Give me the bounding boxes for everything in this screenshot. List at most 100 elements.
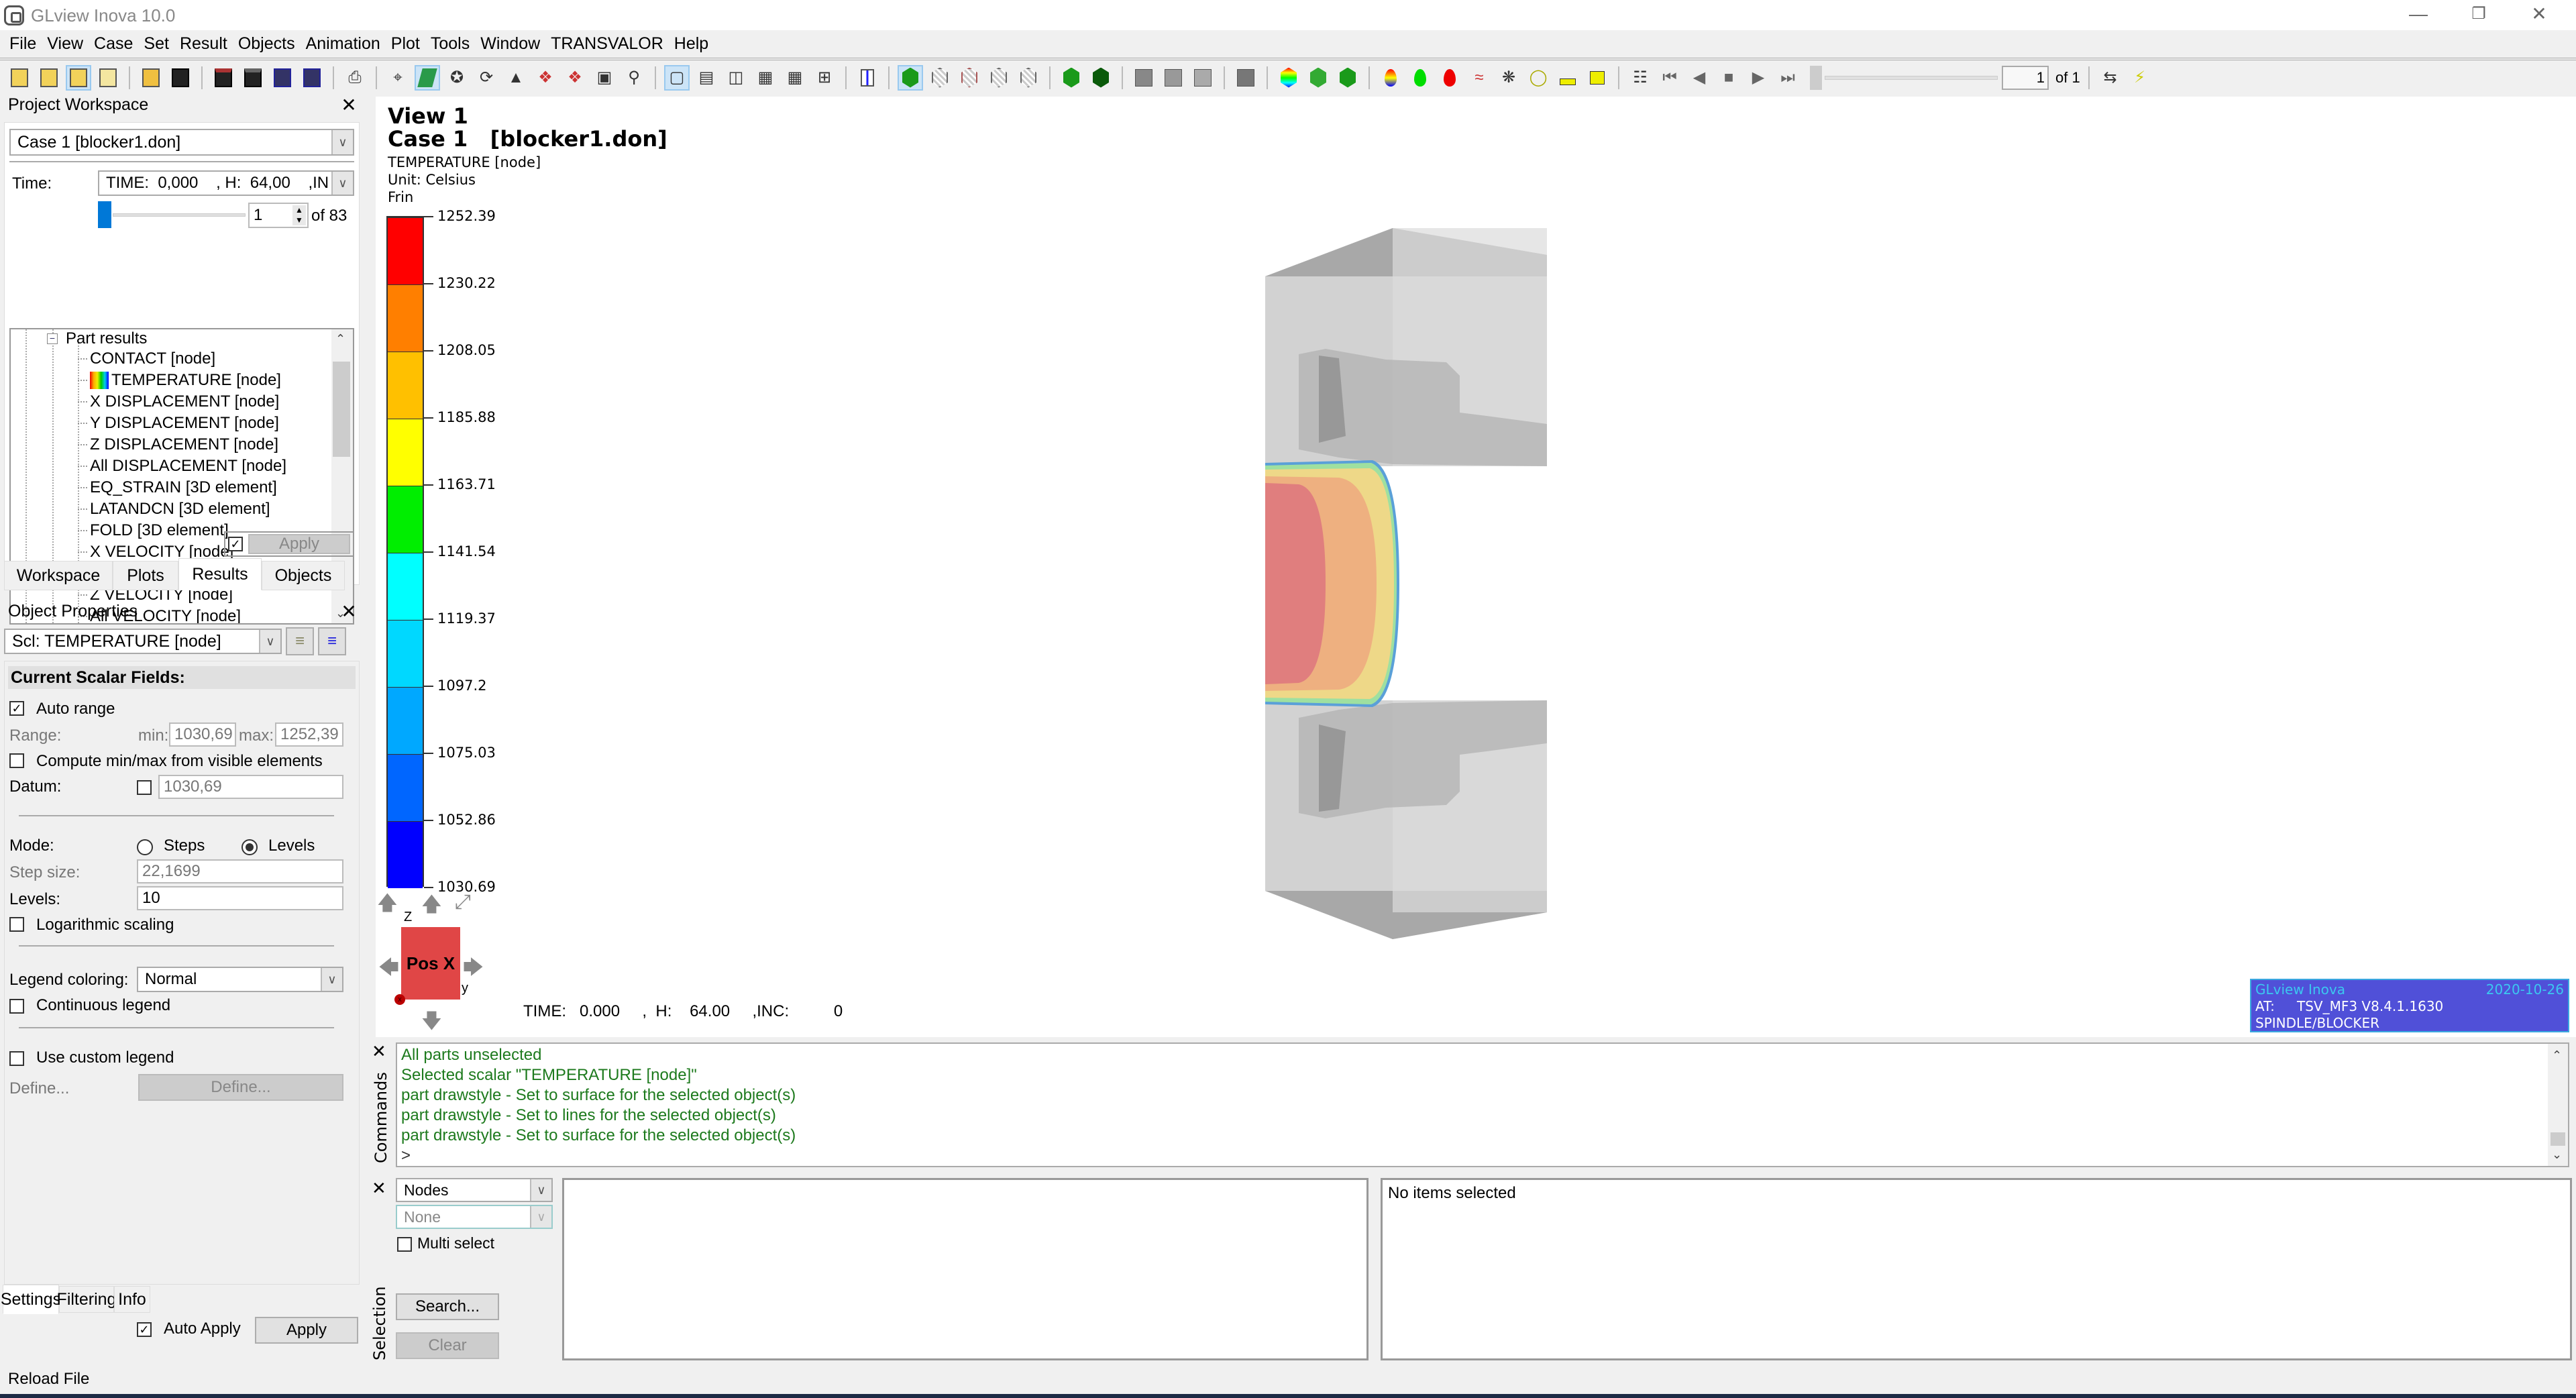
cut-plane2-icon[interactable]: ❖: [562, 65, 588, 91]
stop-icon[interactable]: ■: [1716, 65, 1741, 91]
arrow-up-icon[interactable]: 🡅: [421, 890, 442, 924]
single-view-icon[interactable]: ▢: [664, 64, 690, 91]
tab-settings[interactable]: Settings: [1, 1285, 61, 1314]
prev-frame-icon[interactable]: ◀: [1686, 65, 1712, 91]
mesh-icon[interactable]: [986, 65, 1012, 91]
menu-window[interactable]: Window: [475, 34, 545, 54]
time-step-slider[interactable]: [98, 201, 246, 228]
vector-icon[interactable]: [1305, 65, 1331, 91]
reload-case-icon[interactable]: [66, 64, 91, 91]
gray-box3-icon[interactable]: [1190, 65, 1216, 91]
split-3b-icon[interactable]: ▦: [782, 65, 808, 91]
menu-result[interactable]: Result: [174, 34, 233, 54]
sync-icon[interactable]: ⇆: [2098, 65, 2123, 91]
tab-workspace[interactable]: Workspace: [4, 561, 113, 590]
play-icon[interactable]: ▶: [1746, 65, 1771, 91]
contour-icon[interactable]: [1276, 65, 1301, 91]
iso-icon[interactable]: [1335, 65, 1360, 91]
datum-checkbox[interactable]: [137, 780, 152, 795]
tree-item[interactable]: Y DISPLACEMENT [node]: [78, 414, 279, 433]
tree-item[interactable]: TEMPERATURE [node]: [78, 371, 281, 390]
tree-item[interactable]: All DISPLACEMENT [node]: [78, 457, 286, 476]
red-drop-icon[interactable]: [1437, 65, 1462, 91]
gray-box2-icon[interactable]: [1161, 65, 1186, 91]
legend-icon[interactable]: [855, 65, 880, 91]
datum-input[interactable]: 1030,69: [158, 775, 343, 799]
orientation-widget[interactable]: 🡅 🡅 ⤢ 🡄 🡆 🡇 Z Pos X y x: [376, 888, 523, 1036]
tree-item[interactable]: FOLD [3D element]: [78, 521, 229, 540]
selection-list[interactable]: [562, 1178, 1368, 1360]
close-icon[interactable]: ✕: [335, 94, 362, 116]
apply-button[interactable]: Apply: [255, 1317, 358, 1344]
last-frame-icon[interactable]: ⏭: [1775, 65, 1801, 91]
commands-scrollbar[interactable]: ⌃ ⌄: [2548, 1044, 2568, 1166]
define-button[interactable]: Define...: [138, 1074, 343, 1101]
open-case-icon[interactable]: [7, 65, 32, 91]
marker-icon[interactable]: [1585, 65, 1610, 91]
rotate-icon[interactable]: ⟳: [474, 65, 499, 91]
tree-item[interactable]: X DISPLACEMENT [node]: [78, 392, 279, 411]
rotate-up-icon[interactable]: 🡅: [377, 888, 398, 922]
streamline-icon[interactable]: ≈: [1466, 65, 1492, 91]
close-icon[interactable]: ✕: [372, 1041, 386, 1062]
menu-case[interactable]: Case: [89, 34, 138, 54]
animation-slider[interactable]: [1810, 65, 1998, 90]
chevron-down-icon[interactable]: ∨: [259, 630, 280, 653]
save-icon[interactable]: [168, 65, 193, 91]
tree-item[interactable]: CONTACT [node]: [78, 350, 215, 368]
tab-filtering[interactable]: Filtering: [57, 1286, 116, 1313]
scalar-selector[interactable]: Scl: TEMPERATURE [node] ∨: [4, 629, 282, 654]
mode-levels-radio[interactable]: [241, 839, 258, 855]
close-window-button[interactable]: ✕: [2502, 0, 2576, 30]
collapse-icon[interactable]: −: [47, 333, 58, 344]
zoom-icon[interactable]: ⚲: [621, 65, 647, 91]
chevron-down-icon[interactable]: ∨: [321, 968, 342, 991]
hidden-line-icon[interactable]: [957, 65, 982, 91]
tab-results[interactable]: Results: [178, 558, 262, 590]
search-button[interactable]: Search...: [396, 1293, 499, 1320]
chevron-down-icon[interactable]: ∨: [331, 172, 353, 195]
range-min-input[interactable]: 1030,69: [169, 722, 236, 747]
levels-input[interactable]: 10: [137, 886, 343, 910]
solid-icon[interactable]: [898, 64, 923, 91]
chevron-down-icon[interactable]: ∨: [530, 1206, 551, 1228]
commands-log[interactable]: All parts unselected Selected scalar "TEM…: [396, 1042, 2569, 1167]
flash-icon[interactable]: ⚡: [2127, 65, 2153, 91]
animation-frame-input[interactable]: 1: [2002, 65, 2049, 90]
compute-visible-checkbox[interactable]: [9, 753, 24, 768]
tree-item[interactable]: LATANDCN [3D element]: [78, 500, 270, 519]
split-4-icon[interactable]: ⊞: [812, 65, 837, 91]
selection-type-select[interactable]: Nodes ∨: [396, 1178, 553, 1202]
case-selector[interactable]: Case 1 [blocker1.don] ∨: [9, 129, 354, 156]
close-icon[interactable]: ✕: [335, 600, 362, 623]
solid-green-icon[interactable]: [1059, 65, 1084, 91]
first-frame-icon[interactable]: ⏮: [1657, 65, 1682, 91]
probe-icon[interactable]: ◯: [1525, 65, 1551, 91]
solid-dark-icon[interactable]: [1088, 65, 1114, 91]
tab-objects[interactable]: Objects: [262, 561, 345, 590]
spinner-icon[interactable]: ▲ ▼: [292, 205, 306, 225]
chevron-down-icon[interactable]: ∨: [331, 130, 353, 154]
time-step-slider-thumb[interactable]: [98, 201, 111, 228]
custom-legend-checkbox[interactable]: [9, 1051, 24, 1066]
menu-objects[interactable]: Objects: [233, 34, 301, 54]
menu-set[interactable]: Set: [138, 34, 174, 54]
animation-slider-thumb[interactable]: [1810, 65, 1822, 90]
close-icon[interactable]: ✕: [372, 1178, 386, 1199]
split-horizontal-icon[interactable]: ▤: [694, 65, 719, 91]
continuous-legend-checkbox[interactable]: [9, 999, 24, 1014]
tab-plots[interactable]: Plots: [113, 561, 178, 590]
menu-file[interactable]: File: [4, 34, 42, 54]
animation-settings-icon[interactable]: ☷: [1627, 65, 1653, 91]
scroll-up-icon[interactable]: ⌃: [335, 332, 345, 346]
menu-view[interactable]: View: [42, 34, 89, 54]
log-scaling-checkbox[interactable]: [9, 917, 24, 932]
green-drop-icon[interactable]: [1407, 65, 1433, 91]
tree-item[interactable]: Z DISPLACEMENT [node]: [78, 435, 278, 454]
split-3a-icon[interactable]: ▦: [753, 65, 778, 91]
gray-box4-icon[interactable]: [1233, 65, 1258, 91]
tree-scrollbar-thumb[interactable]: [333, 362, 350, 457]
walk-icon[interactable]: ✪: [444, 65, 470, 91]
chevron-down-icon[interactable]: ∨: [530, 1179, 551, 1201]
auto-range-checkbox[interactable]: ✓: [9, 701, 24, 716]
